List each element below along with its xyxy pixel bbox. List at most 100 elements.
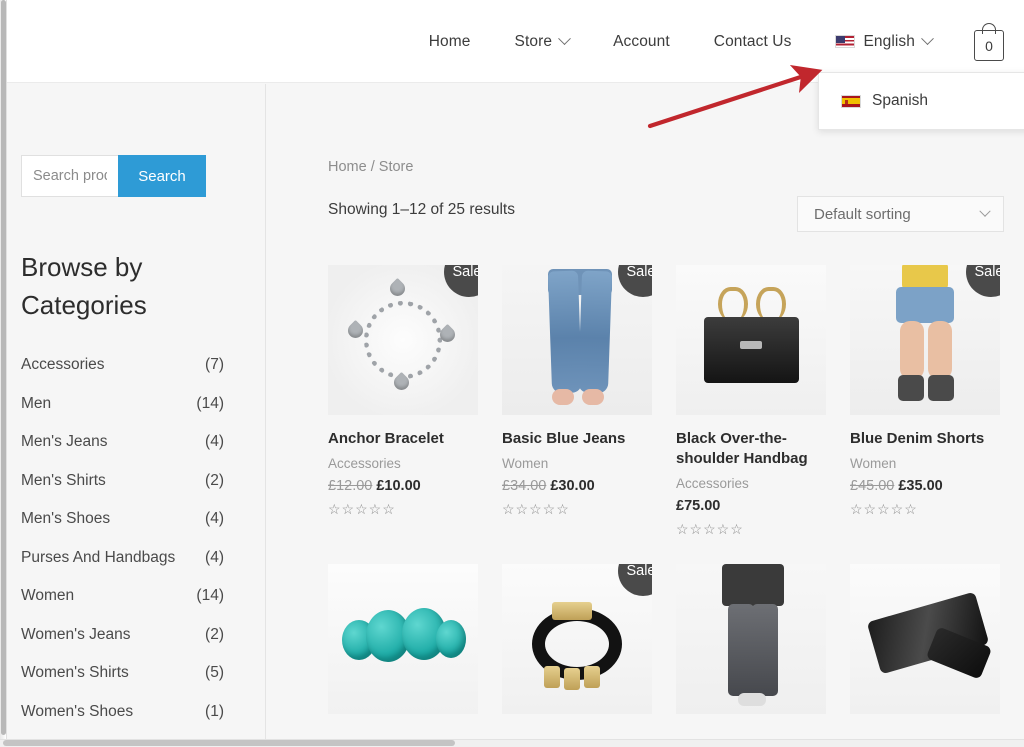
category-count: (2) bbox=[205, 471, 224, 489]
sorting-dropdown-value: Default sorting bbox=[814, 205, 911, 223]
product-price: £12.00 £10.00 bbox=[328, 478, 478, 494]
category-label: Women's Jeans bbox=[21, 625, 131, 643]
chevron-down-icon bbox=[921, 32, 934, 46]
product-current-price: £10.00 bbox=[376, 478, 421, 494]
nav-item-contact-us-label: Contact Us bbox=[713, 32, 792, 50]
category-item-accessories[interactable]: Accessories (7) bbox=[21, 346, 224, 385]
product-title[interactable]: Blue Denim Shorts bbox=[850, 429, 1000, 449]
nav-item-language-switcher[interactable]: English bbox=[813, 32, 954, 51]
category-item-men[interactable]: Men (14) bbox=[21, 385, 224, 424]
main-column: Home / Store Showing 1–12 of 25 results … bbox=[267, 84, 1024, 739]
mens-jeans-illustration bbox=[676, 564, 826, 714]
language-dropdown-menu: Spanish bbox=[818, 72, 1024, 130]
product-rating-stars[interactable]: ☆☆☆☆☆ bbox=[328, 501, 478, 518]
chevron-down-icon bbox=[979, 205, 991, 217]
product-current-price: £35.00 bbox=[898, 478, 943, 494]
search-button[interactable]: Search bbox=[118, 155, 206, 197]
chevron-down-icon bbox=[558, 32, 571, 46]
sorting-dropdown[interactable]: Default sorting bbox=[797, 196, 1004, 232]
product-image[interactable]: Sale! bbox=[502, 265, 652, 415]
results-count: Showing 1–12 of 25 results bbox=[328, 201, 515, 218]
vertical-scrollbar[interactable] bbox=[0, 0, 7, 740]
sidebar: Search Browse by Categories Accessories … bbox=[7, 84, 266, 739]
product-image[interactable] bbox=[328, 564, 478, 714]
category-item-womens-jeans[interactable]: Women's Jeans (2) bbox=[21, 616, 224, 655]
language-option-spanish-label: Spanish bbox=[872, 92, 929, 109]
main-navigation: Home Store Account Contact Us English 0 bbox=[407, 0, 1012, 83]
category-item-women[interactable]: Women (14) bbox=[21, 577, 224, 616]
product-grid: Sale! Anchor Bracelet Accessories £12.00… bbox=[328, 265, 1024, 714]
category-count: (2) bbox=[205, 625, 224, 643]
search-input[interactable] bbox=[21, 155, 118, 197]
category-label: Purses And Handbags bbox=[21, 548, 176, 566]
product-search-form: Search bbox=[21, 155, 206, 197]
es-flag-icon bbox=[841, 94, 861, 108]
product-rating-stars[interactable]: ☆☆☆☆☆ bbox=[676, 521, 826, 538]
product-rating-stars[interactable]: ☆☆☆☆☆ bbox=[850, 501, 1000, 518]
nav-item-home-label: Home bbox=[428, 32, 471, 50]
product-price: £34.00 £30.00 bbox=[502, 478, 652, 494]
nav-item-store-label: Store bbox=[514, 32, 553, 50]
product-image[interactable]: Sale! bbox=[850, 265, 1000, 415]
us-flag-icon bbox=[835, 35, 856, 48]
breadcrumb: Home / Store bbox=[328, 159, 413, 175]
product-title[interactable]: Anchor Bracelet bbox=[328, 429, 478, 449]
category-list: Accessories (7) Men (14) Men's Jeans (4)… bbox=[21, 346, 224, 731]
product-card: Black Over-the-shoulder Handbag Accessor… bbox=[676, 265, 826, 538]
horizontal-scrollbar[interactable] bbox=[0, 739, 1024, 747]
breadcrumb-store: Store bbox=[378, 159, 414, 175]
product-card bbox=[850, 564, 1000, 714]
category-item-womens-shoes[interactable]: Women's Shoes (1) bbox=[21, 693, 224, 732]
category-count: (1) bbox=[205, 702, 224, 720]
nav-item-home[interactable]: Home bbox=[407, 33, 493, 51]
page-root: Home Store Account Contact Us English 0 bbox=[0, 0, 1024, 747]
category-count: (5) bbox=[205, 664, 224, 682]
category-label: Men's Jeans bbox=[21, 433, 108, 451]
category-label: Women's Shoes bbox=[21, 702, 134, 720]
horizontal-scrollbar-thumb[interactable] bbox=[3, 740, 455, 746]
language-option-spanish[interactable]: Spanish bbox=[819, 73, 1024, 129]
category-count: (7) bbox=[205, 356, 224, 374]
product-title[interactable]: Basic Blue Jeans bbox=[502, 429, 652, 449]
product-card bbox=[328, 564, 478, 714]
product-title[interactable]: Black Over-the-shoulder Handbag bbox=[676, 429, 826, 469]
product-current-price: £75.00 bbox=[676, 498, 721, 514]
product-category: Accessories bbox=[328, 456, 401, 471]
site-header: Home Store Account Contact Us English 0 bbox=[7, 0, 1024, 83]
breadcrumb-home[interactable]: Home bbox=[328, 159, 367, 175]
nav-item-language-label: English bbox=[863, 32, 915, 50]
product-old-price: £45.00 bbox=[850, 478, 895, 494]
handbag-illustration bbox=[676, 265, 826, 415]
product-old-price: £34.00 bbox=[502, 478, 547, 494]
product-image[interactable] bbox=[676, 564, 826, 714]
category-count: (4) bbox=[205, 433, 224, 451]
breadcrumb-separator: / bbox=[366, 159, 379, 175]
product-old-price: £12.00 bbox=[328, 478, 373, 494]
nav-item-account[interactable]: Account bbox=[591, 33, 692, 51]
cart-count: 0 bbox=[985, 37, 993, 54]
category-item-mens-jeans[interactable]: Men's Jeans (4) bbox=[21, 423, 224, 462]
category-item-mens-shoes[interactable]: Men's Shoes (4) bbox=[21, 500, 224, 539]
product-image[interactable]: Sale! bbox=[328, 265, 478, 415]
nav-item-contact-us[interactable]: Contact Us bbox=[692, 33, 814, 51]
product-category: Women bbox=[850, 456, 897, 471]
category-item-purses-and-handbags[interactable]: Purses And Handbags (4) bbox=[21, 539, 224, 578]
category-item-mens-shirts[interactable]: Men's Shirts (2) bbox=[21, 462, 224, 501]
black-garment-illustration bbox=[850, 564, 1000, 714]
product-image[interactable]: Sale! bbox=[502, 564, 652, 714]
product-rating-stars[interactable]: ☆☆☆☆☆ bbox=[502, 501, 652, 518]
product-card: Sale! bbox=[502, 564, 652, 714]
product-image[interactable] bbox=[676, 265, 826, 415]
product-card bbox=[676, 564, 826, 714]
category-label: Accessories bbox=[21, 356, 105, 374]
product-category: Women bbox=[502, 456, 549, 471]
nav-item-store[interactable]: Store bbox=[493, 32, 592, 51]
product-image[interactable] bbox=[850, 564, 1000, 714]
cart-button[interactable]: 0 bbox=[972, 22, 1006, 62]
browse-categories-heading: Browse by Categories bbox=[21, 252, 147, 320]
product-card: Sale! Anchor Bracelet Accessories £12.00… bbox=[328, 265, 478, 538]
category-item-womens-shirts[interactable]: Women's Shirts (5) bbox=[21, 654, 224, 693]
product-card: Sale! Blue Denim Shorts Women £45.00£35.… bbox=[850, 265, 1000, 538]
page-content: Search Browse by Categories Accessories … bbox=[7, 84, 1024, 739]
vertical-scrollbar-thumb[interactable] bbox=[1, 0, 6, 735]
